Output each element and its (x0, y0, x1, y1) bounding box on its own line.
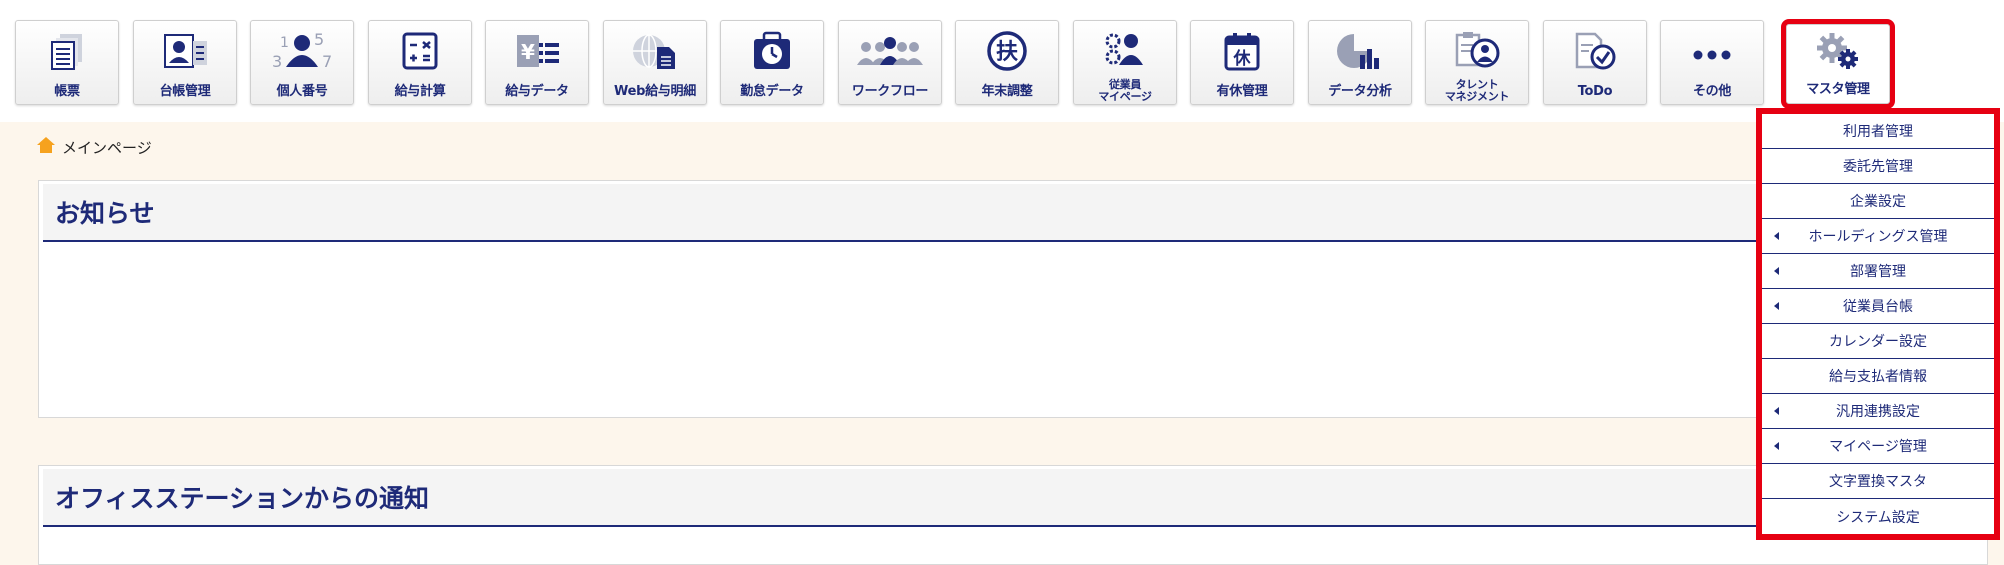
system-notification-panel: オフィスステーションからの通知 (38, 465, 1988, 565)
menu-item-company-settings[interactable]: 企業設定 (1762, 184, 1994, 219)
breadcrumb-current: メインページ (62, 138, 152, 157)
toolbar-button-web-payslip[interactable]: Web給与明細 (603, 20, 707, 105)
main-toolbar: 帳票 台帳管理 1 5 3 7 個人番号 給与計算 ¥ 給与データ Web給与明… (0, 0, 2004, 122)
menu-item-label: 汎用連携設定 (1836, 404, 1920, 420)
menu-item-label: 利用者管理 (1843, 124, 1913, 140)
id-card-icon (134, 31, 236, 71)
toolbar-button-label: 給与計算 (394, 83, 446, 99)
toolbar-button-payroll-calc[interactable]: 給与計算 (368, 20, 472, 105)
notice-panel: お知らせ (38, 180, 1988, 418)
toolbar-button-year-end-adjustment[interactable]: 扶 年末調整 (955, 20, 1059, 105)
number-glyph: 5 (314, 31, 324, 49)
globe-document-icon (604, 31, 706, 71)
toolbar-button-employee-mypage[interactable]: 従業員 マイページ (1073, 20, 1177, 105)
toolbar-button-label: 有休管理 (1216, 83, 1268, 99)
person-number-icon: 1 5 3 7 (251, 31, 353, 71)
menu-item-label: 給与支払者情報 (1829, 369, 1927, 385)
calendar-holiday-icon: 休 (1191, 31, 1293, 71)
master-menu-dropdown: 利用者管理 委託先管理 企業設定 ホールディングス管理 部署管理 従業員台帳 カ… (1756, 108, 2000, 540)
toolbar-button-label: ワークフロー (851, 83, 929, 99)
document-stack-icon (16, 31, 118, 71)
fu-circle-icon: 扶 (956, 31, 1058, 71)
toolbar-button-label: 個人番号 (276, 83, 328, 99)
toolbar-button-label: 帳票 (54, 83, 80, 99)
number-glyph: 1 (280, 35, 289, 51)
menu-item-character-replacement[interactable]: 文字置換マスタ (1762, 464, 1994, 499)
toolbar-button-label: 勤怠データ (740, 83, 804, 99)
more-dots-icon (1661, 31, 1763, 71)
submenu-arrow-icon (1774, 302, 1779, 310)
menu-item-contractor-management[interactable]: 委託先管理 (1762, 149, 1994, 184)
toolbar-button-payroll-data[interactable]: ¥ 給与データ (485, 20, 589, 105)
panel-title: オフィスステーションからの通知 (43, 469, 1983, 527)
toolbar-button-label: タレント マネジメント (1444, 78, 1510, 103)
toolbar-button-reports[interactable]: 帳票 (15, 20, 119, 105)
submenu-arrow-icon (1774, 232, 1779, 240)
menu-item-label: カレンダー設定 (1829, 334, 1927, 350)
menu-item-label: 部署管理 (1850, 264, 1906, 280)
toolbar-button-label: 年末調整 (981, 83, 1033, 99)
clock-bag-icon (721, 31, 823, 71)
number-glyph: 7 (322, 52, 332, 71)
submenu-arrow-icon (1774, 407, 1779, 415)
menu-item-label: 従業員台帳 (1843, 299, 1913, 315)
toolbar-button-label: ToDo (1577, 83, 1613, 99)
menu-item-employee-ledger[interactable]: 従業員台帳 (1762, 289, 1994, 324)
submenu-arrow-icon (1774, 442, 1779, 450)
menu-item-integration-settings[interactable]: 汎用連携設定 (1762, 394, 1994, 429)
calculator-icon (369, 31, 471, 71)
menu-item-label: マイページ管理 (1829, 439, 1927, 455)
toolbar-button-personal-number[interactable]: 1 5 3 7 個人番号 (250, 20, 354, 105)
toolbar-button-label: マスタ管理 (1806, 81, 1870, 97)
fu-glyph: 扶 (996, 40, 1018, 65)
toolbar-button-paid-leave[interactable]: 休 有休管理 (1190, 20, 1294, 105)
menu-item-department-management[interactable]: 部署管理 (1762, 254, 1994, 289)
toolbar-button-data-analysis[interactable]: データ分析 (1308, 20, 1412, 105)
menu-item-label: システム設定 (1836, 509, 1920, 526)
menu-item-system-settings[interactable]: システム設定 (1762, 499, 1994, 534)
breadcrumb: メインページ (36, 135, 152, 159)
menu-item-label: ホールディングス管理 (1808, 229, 1948, 245)
toolbar-button-todo[interactable]: ToDo (1543, 20, 1647, 105)
toolbar-button-master-management[interactable]: マスタ管理 (1781, 19, 1895, 109)
toolbar-button-label: 台帳管理 (159, 83, 211, 99)
menu-item-mypage-management[interactable]: マイページ管理 (1762, 429, 1994, 464)
toolbar-button-label: 従業員 マイページ (1098, 78, 1152, 103)
toolbar-button-label: その他 (1692, 83, 1732, 99)
menu-item-label: 企業設定 (1850, 194, 1906, 210)
toolbar-button-attendance-data[interactable]: 勤怠データ (720, 20, 824, 105)
holiday-glyph: 休 (1233, 48, 1252, 69)
toolbar-button-label: Web給与明細 (614, 83, 696, 99)
yen-data-icon: ¥ (486, 31, 588, 71)
menu-item-user-management[interactable]: 利用者管理 (1762, 114, 1994, 149)
toolbar-button-talent-management[interactable]: タレント マネジメント (1425, 20, 1529, 105)
submenu-arrow-icon (1774, 267, 1779, 275)
home-icon[interactable] (36, 135, 56, 159)
menu-item-payer-info[interactable]: 給与支払者情報 (1762, 359, 1994, 394)
menu-item-label: 文字置換マスタ (1829, 474, 1927, 490)
employee-gear-icon (1074, 31, 1176, 71)
toolbar-button-workflow[interactable]: ワークフロー (838, 20, 942, 105)
number-glyph: 3 (272, 52, 282, 71)
menu-item-calendar-settings[interactable]: カレンダー設定 (1762, 324, 1994, 359)
checklist-icon (1544, 31, 1646, 71)
menu-item-label: 委託先管理 (1843, 159, 1913, 175)
menu-item-holdings-management[interactable]: ホールディングス管理 (1762, 219, 1994, 254)
toolbar-button-ledger[interactable]: 台帳管理 (133, 20, 237, 105)
yen-glyph: ¥ (521, 40, 535, 64)
gears-icon (1787, 31, 1889, 71)
toolbar-button-other[interactable]: その他 (1660, 20, 1764, 105)
clipboard-person-icon (1426, 31, 1528, 71)
panel-title: お知らせ (43, 184, 1983, 242)
pie-bar-chart-icon (1309, 31, 1411, 71)
toolbar-button-label: 給与データ (505, 83, 569, 99)
people-group-icon (839, 31, 941, 71)
toolbar-button-label: データ分析 (1328, 83, 1392, 99)
